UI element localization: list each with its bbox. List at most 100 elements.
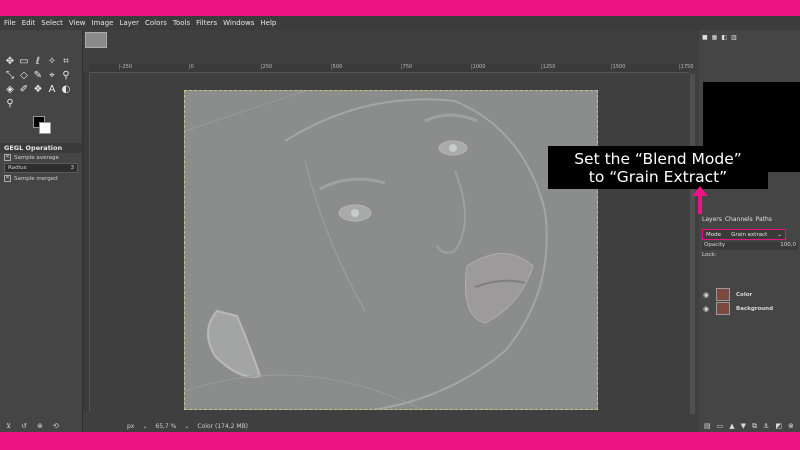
- ruler-label: |250: [261, 64, 273, 70]
- restore-icon[interactable]: ↺: [21, 422, 27, 430]
- blend-mode-select[interactable]: Mode Grain extract ⌄: [702, 229, 786, 240]
- layer-name: Background: [736, 305, 774, 312]
- gimp-window: File Edit Select View Image Layer Colors…: [0, 16, 800, 432]
- menu-view[interactable]: View: [69, 19, 86, 27]
- mask-icon[interactable]: ◩: [775, 422, 782, 430]
- toolbox-footer: ⊻ ↺ ⊗ ⟲: [0, 420, 88, 432]
- toolbox: ✥ ▭ ℓ ✧ ⌗ ⤡ ◇ ✎ ⌖ ⚲ ◈ ✐ ❖ A ◐ ⚲ GEGL Ope…: [0, 30, 83, 432]
- tab-paths[interactable]: Paths: [756, 216, 772, 223]
- vertical-scrollbar[interactable]: [690, 74, 695, 414]
- callout-arrow-icon: [692, 186, 708, 214]
- folder-icon[interactable]: ▭: [717, 422, 724, 430]
- status-bar: px ⌄ 65,7 % ⌄ Color (174,2 MB): [127, 420, 687, 432]
- menu-help[interactable]: Help: [260, 19, 276, 27]
- unit-select[interactable]: px: [127, 423, 134, 430]
- chevron-down-icon[interactable]: ⌄: [184, 423, 189, 430]
- lock-label: Lock:: [702, 252, 717, 258]
- menu-file[interactable]: File: [4, 19, 16, 27]
- crop-icon[interactable]: ⌗: [59, 54, 73, 68]
- sample-merged-option[interactable]: ✕ Sample merged: [0, 174, 82, 183]
- layer-row[interactable]: ◉ Color: [702, 288, 798, 301]
- tab-layers[interactable]: Layers: [702, 216, 722, 223]
- ruler-label: |1250: [541, 64, 556, 70]
- mode-value: Grain extract: [731, 231, 768, 238]
- radius-field[interactable]: Radius 3: [4, 163, 78, 173]
- sample-average-option[interactable]: ✕ Sample average: [0, 153, 82, 162]
- lower-icon[interactable]: ▼: [741, 422, 746, 430]
- new-layer-icon[interactable]: ▤: [704, 422, 711, 430]
- anchor-icon[interactable]: ⚓: [763, 422, 769, 430]
- layer-row[interactable]: ◉ Background: [702, 302, 798, 315]
- background-color[interactable]: [39, 122, 51, 134]
- reset-icon[interactable]: ⟲: [53, 422, 59, 430]
- rect-select-icon[interactable]: ▭: [17, 54, 31, 68]
- raise-icon[interactable]: ▲: [729, 422, 734, 430]
- move-tool-icon[interactable]: ✥: [3, 54, 17, 68]
- menu-image[interactable]: Image: [92, 19, 114, 27]
- font-tab-icon[interactable]: ▥: [731, 34, 737, 41]
- chevron-down-icon: ⌄: [777, 231, 782, 238]
- brush-tab-icon[interactable]: ■: [702, 34, 708, 41]
- menu-windows[interactable]: Windows: [223, 19, 254, 27]
- ruler-label: |0: [189, 64, 194, 70]
- bucket-fill-icon[interactable]: ◈: [3, 82, 17, 96]
- menubar: File Edit Select View Image Layer Colors…: [0, 16, 800, 30]
- delete-layer-icon[interactable]: ⊗: [788, 422, 794, 430]
- ruler-label: |500: [331, 64, 343, 70]
- dock-tab-icons: ■ ▦ ◧ ▥: [702, 34, 737, 41]
- menu-edit[interactable]: Edit: [22, 19, 36, 27]
- gradient-tab-icon[interactable]: ◧: [721, 34, 727, 41]
- sample-merged-label: Sample merged: [14, 175, 58, 182]
- horizontal-ruler: |-250 |0 |250 |500 |750 |1000 |1250 |150…: [89, 64, 693, 73]
- fuzzy-select-icon[interactable]: ✧: [45, 54, 59, 68]
- paintbrush-icon[interactable]: ✐: [17, 82, 31, 96]
- instruction-callout: Set the “Blend Mode” to “Grain Extract”: [548, 146, 768, 189]
- dodge-icon[interactable]: ◐: [59, 82, 73, 96]
- tool-grid: ✥ ▭ ℓ ✧ ⌗ ⤡ ◇ ✎ ⌖ ⚲ ◈ ✐ ❖ A ◐ ⚲: [3, 54, 73, 110]
- radius-label: Radius: [8, 165, 27, 171]
- eye-icon[interactable]: ◉: [702, 305, 710, 313]
- opacity-label: Opacity: [704, 242, 726, 248]
- zoom-level[interactable]: 65,7 %: [155, 423, 176, 430]
- transform-icon[interactable]: ⤡: [3, 68, 17, 82]
- ruler-label: |-250: [119, 64, 133, 70]
- mode-label: Mode: [706, 231, 721, 238]
- canvas-area: |-250 |0 |250 |500 |750 |1000 |1250 |150…: [83, 30, 699, 432]
- magnify-icon[interactable]: ⚲: [3, 96, 17, 110]
- opacity-slider[interactable]: Opacity 100,0: [702, 242, 798, 250]
- chevron-down-icon[interactable]: ⌄: [142, 423, 147, 430]
- delete-icon[interactable]: ⊗: [37, 422, 43, 430]
- paths-icon[interactable]: ✎: [31, 68, 45, 82]
- ruler-label: |1750: [679, 64, 694, 70]
- radius-value: 3: [70, 165, 75, 171]
- checkbox-icon[interactable]: ✕: [4, 175, 11, 182]
- zoom-tool-icon[interactable]: ⚲: [59, 68, 73, 82]
- menu-colors[interactable]: Colors: [145, 19, 167, 27]
- lasso-icon[interactable]: ℓ: [31, 54, 45, 68]
- save-options-icon[interactable]: ⊻: [6, 422, 11, 430]
- warp-icon[interactable]: ◇: [17, 68, 31, 82]
- color-picker-icon[interactable]: ⌖: [45, 68, 59, 82]
- image-canvas[interactable]: [184, 90, 598, 410]
- opacity-value: 100,0: [780, 242, 796, 248]
- tab-channels[interactable]: Channels: [725, 216, 753, 223]
- menu-filters[interactable]: Filters: [196, 19, 217, 27]
- pattern-tab-icon[interactable]: ▦: [712, 34, 718, 41]
- image-tab-thumbnail[interactable]: [85, 32, 107, 48]
- checkbox-icon[interactable]: ✕: [4, 154, 11, 161]
- ruler-label: |1500: [611, 64, 626, 70]
- fg-bg-colors[interactable]: [33, 116, 51, 134]
- layers-tabs: Layers Channels Paths: [702, 216, 772, 223]
- clone-icon[interactable]: ❖: [31, 82, 45, 96]
- text-tool-icon[interactable]: A: [45, 82, 59, 96]
- menu-select[interactable]: Select: [41, 19, 63, 27]
- ruler-label: |1000: [471, 64, 486, 70]
- menu-layer[interactable]: Layer: [119, 19, 139, 27]
- callout-line-2: to “Grain Extract”: [588, 167, 728, 186]
- grain-extract-portrait: [185, 91, 597, 409]
- menu-tools[interactable]: Tools: [173, 19, 190, 27]
- layers-footer: ▤ ▭ ▲ ▼ ⧉ ⚓ ◩ ⊗: [700, 420, 800, 432]
- duplicate-icon[interactable]: ⧉: [752, 422, 757, 431]
- ruler-label: |750: [401, 64, 413, 70]
- eye-icon[interactable]: ◉: [702, 291, 710, 299]
